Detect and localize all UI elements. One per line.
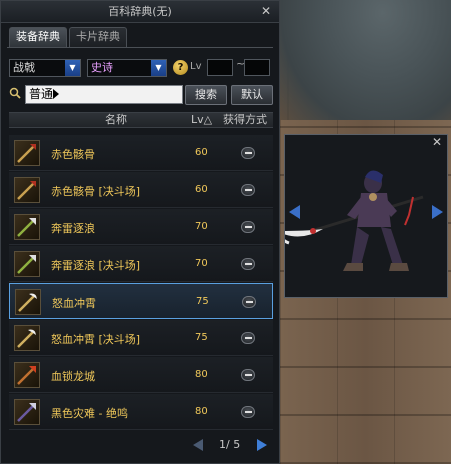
list-item[interactable]: 奔雷逐浪 [决斗场] 70 bbox=[9, 246, 273, 282]
item-level: 80 bbox=[195, 369, 208, 380]
list-header: 名称 Lv△ 获得方式 bbox=[9, 112, 273, 128]
item-name: 怒血冲霄 bbox=[52, 297, 96, 310]
window-title: 百科辞典(无) bbox=[108, 5, 172, 18]
rarity-select-value: 史诗 bbox=[91, 61, 113, 74]
list-item[interactable]: 黑色灾难 - 绝鸣 80 bbox=[9, 394, 273, 430]
search-input-value: 普通 bbox=[29, 87, 54, 101]
tab-divider bbox=[7, 47, 273, 48]
item-name: 赤色骸骨 [决斗场] bbox=[51, 185, 141, 198]
obtain-method-icon[interactable] bbox=[241, 184, 255, 196]
item-name: 黑色灾难 - 绝鸣 bbox=[51, 407, 128, 420]
item-level: 70 bbox=[195, 258, 208, 269]
weapon-icon bbox=[14, 177, 40, 203]
tab-equipment[interactable]: 装备辞典 bbox=[9, 27, 67, 47]
character-sprite bbox=[285, 170, 424, 271]
chevron-down-icon: ▼ bbox=[151, 60, 166, 76]
rarity-select[interactable]: 史诗 ▼ bbox=[87, 59, 167, 77]
close-icon[interactable]: ✕ bbox=[259, 4, 273, 18]
help-icon[interactable]: ? bbox=[173, 60, 188, 75]
character-preview: ✕ bbox=[284, 134, 448, 298]
item-level: 75 bbox=[196, 296, 209, 307]
search-row: 普通 搜索 默认 bbox=[9, 85, 275, 105]
weapon-icon bbox=[14, 214, 40, 240]
item-name: 血锁龙城 bbox=[51, 370, 95, 383]
weapon-icon bbox=[14, 140, 40, 166]
item-level: 60 bbox=[195, 184, 208, 195]
pagination: 1/ 5 bbox=[189, 437, 279, 453]
encyclopedia-window: 百科辞典(无) ✕ 装备辞典 卡片辞典 战戟 ▼ 史诗 ▼ ? Lv ~ 普通 … bbox=[0, 0, 280, 464]
search-button[interactable]: 搜索 bbox=[185, 85, 227, 105]
obtain-method-icon[interactable] bbox=[241, 147, 255, 159]
obtain-method-icon[interactable] bbox=[241, 332, 255, 344]
tab-bar: 装备辞典 卡片辞典 bbox=[9, 27, 127, 47]
level-label: Lv bbox=[190, 61, 202, 72]
prev-page-icon[interactable] bbox=[193, 439, 203, 451]
obtain-method-icon[interactable] bbox=[242, 296, 256, 308]
weapon-icon bbox=[14, 362, 40, 388]
obtain-method-icon[interactable] bbox=[241, 221, 255, 233]
list-item[interactable]: 怒血冲霄 [决斗场] 75 bbox=[9, 320, 273, 356]
weapon-icon bbox=[15, 289, 41, 315]
category-select-value: 战戟 bbox=[13, 61, 35, 74]
page-indicator: 1/ 5 bbox=[219, 438, 241, 451]
obtain-method-icon[interactable] bbox=[241, 258, 255, 270]
search-icon bbox=[9, 87, 21, 99]
tab-cards[interactable]: 卡片辞典 bbox=[69, 27, 127, 47]
level-min-input[interactable] bbox=[207, 59, 233, 76]
header-obtain: 获得方式 bbox=[223, 113, 267, 126]
list-item-selected[interactable]: 怒血冲霄 75 bbox=[9, 283, 273, 319]
item-level: 70 bbox=[195, 221, 208, 232]
item-name: 奔雷逐浪 [决斗场] bbox=[51, 259, 141, 272]
item-list: 赤色骸骨 60 赤色骸骨 [决斗场] 60 奔雷逐浪 70 奔雷逐浪 [决斗场]… bbox=[9, 135, 273, 431]
category-select[interactable]: 战戟 ▼ bbox=[9, 59, 81, 77]
item-level: 80 bbox=[195, 406, 208, 417]
header-name[interactable]: 名称 bbox=[105, 113, 127, 127]
item-level: 60 bbox=[195, 147, 208, 158]
item-name: 赤色骸骨 bbox=[51, 148, 95, 161]
window-titlebar[interactable]: 百科辞典(无) ✕ bbox=[1, 1, 279, 23]
level-max-input[interactable] bbox=[244, 59, 270, 76]
next-page-icon[interactable] bbox=[257, 439, 267, 451]
obtain-method-icon[interactable] bbox=[241, 369, 255, 381]
item-name: 怒血冲霄 [决斗场] bbox=[51, 333, 141, 346]
background-stone-floor bbox=[280, 0, 451, 130]
weapon-icon bbox=[14, 399, 40, 425]
list-item[interactable]: 血锁龙城 80 bbox=[9, 357, 273, 393]
header-lv[interactable]: Lv△ bbox=[191, 113, 212, 127]
obtain-method-icon[interactable] bbox=[241, 406, 255, 418]
item-name: 奔雷逐浪 bbox=[51, 222, 95, 235]
weapon-icon bbox=[14, 251, 40, 277]
search-input[interactable]: 普通 bbox=[25, 85, 183, 104]
list-item[interactable]: 赤色骸骨 [决斗场] 60 bbox=[9, 172, 273, 208]
item-level: 75 bbox=[195, 332, 208, 343]
default-button[interactable]: 默认 bbox=[231, 85, 273, 105]
list-item[interactable]: 赤色骸骨 60 bbox=[9, 135, 273, 171]
weapon-icon bbox=[14, 325, 40, 351]
text-cursor bbox=[53, 89, 60, 99]
chevron-down-icon: ▼ bbox=[65, 60, 80, 76]
list-item[interactable]: 奔雷逐浪 70 bbox=[9, 209, 273, 245]
